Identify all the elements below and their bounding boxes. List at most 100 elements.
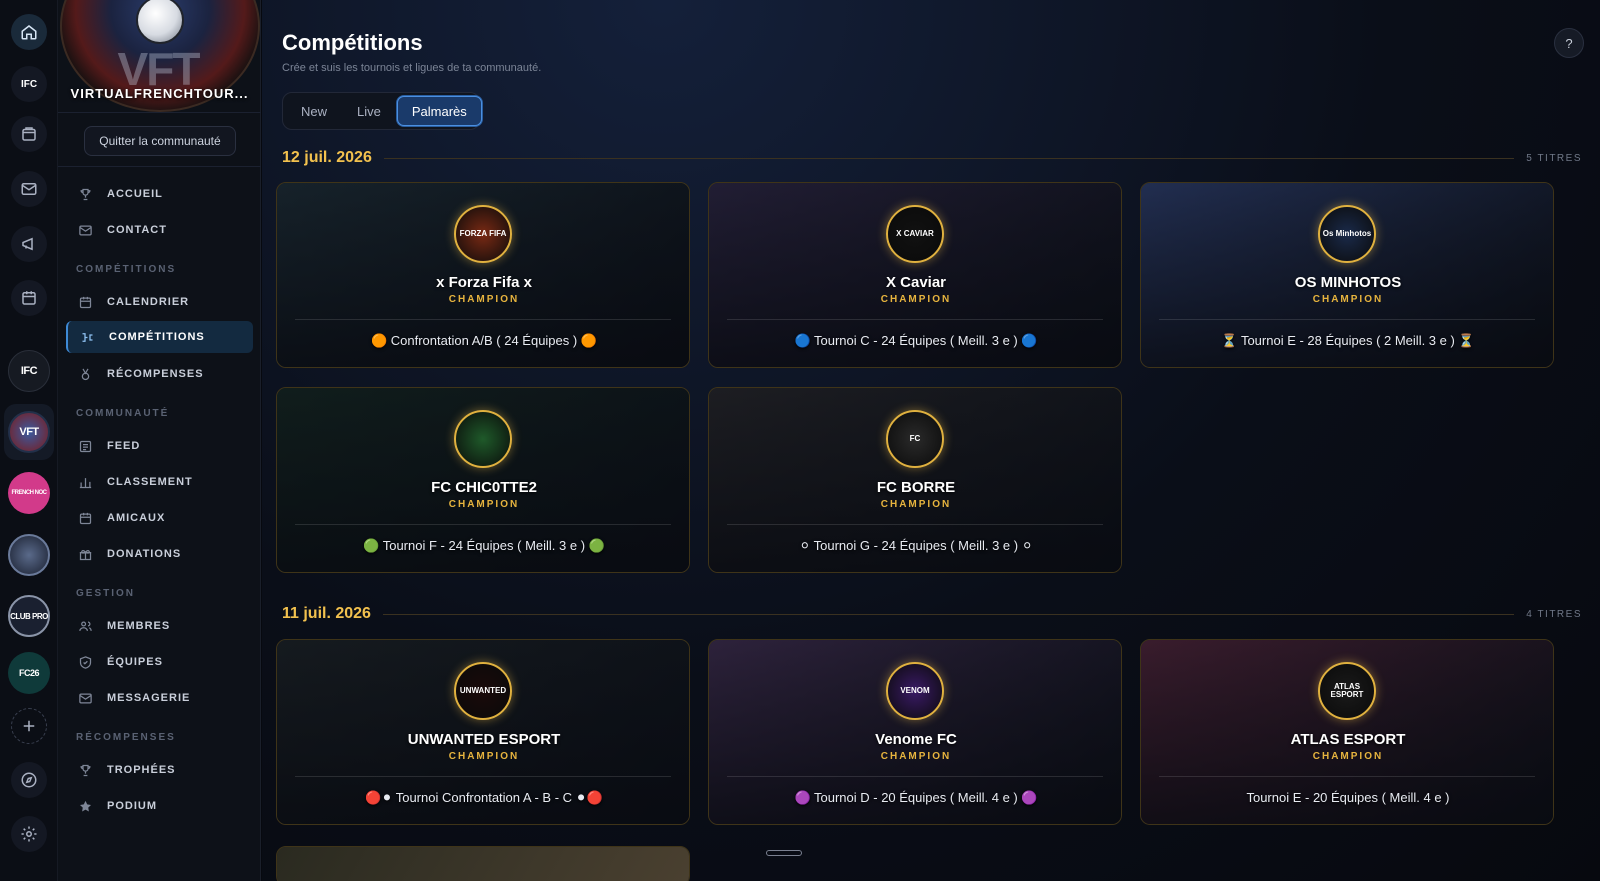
team-name: ATLAS ESPORT (1290, 731, 1406, 748)
champion-card[interactable]: VENOM Venome FC CHAMPION 🟣 Tournoi D - 20 É… (708, 639, 1122, 825)
champion-card-partial[interactable] (276, 846, 690, 881)
divider (295, 776, 671, 777)
tab-new[interactable]: New (287, 96, 341, 126)
team-name: FC CHIC0TTE2 (431, 479, 537, 496)
nav-item-classement[interactable]: CLASSEMENT (66, 466, 253, 498)
nav-item-messagerie[interactable]: MESSAGERIE (66, 682, 253, 714)
star-icon (80, 800, 91, 811)
nav-item-competitions[interactable]: COMPÉTITIONS (66, 321, 253, 353)
card-background (277, 847, 689, 881)
divider (727, 776, 1103, 777)
team-logo: ATLAS ESPORT (1318, 662, 1376, 720)
compass-icon[interactable] (11, 762, 47, 798)
nav-item-amicaux[interactable]: AMICAUX (66, 502, 253, 534)
nav-label: PODIUM (107, 800, 157, 812)
mail-icon[interactable] (11, 171, 47, 207)
champion-label: CHAMPION (880, 499, 952, 510)
champion-card[interactable]: Os Minhotos OS MINHOTOS CHAMPION ⏳ Tournoi … (1140, 182, 1554, 368)
calendar-icon[interactable] (11, 280, 47, 316)
champion-card[interactable]: UNWANTED UNWANTED ESPORT CHAMPION 🔴⚫ Tourno… (276, 639, 690, 825)
leave-community-button[interactable]: Quitter la communauté (84, 126, 236, 156)
medal-icon (81, 368, 90, 380)
team-name: FC BORRE (876, 479, 956, 496)
tournament-name: 🔵 Tournoi C - 24 Équipes ( Meill. 3 e ) … (794, 333, 1038, 348)
tournament-name: ⏳ Tournoi E - 28 Équipes ( 2 Meill. 3 e … (1221, 333, 1475, 348)
divider (58, 166, 261, 167)
tournament-name: ⚪ Tournoi G - 24 Équipes ( Meill. 3 e ) … (799, 538, 1033, 553)
nav-item-equipes[interactable]: ÉQUIPES (66, 646, 253, 678)
community-avatar-ifc[interactable]: IFC (8, 350, 50, 392)
gift-icon (79, 549, 92, 560)
community-avatar-fc26[interactable]: FC26 (8, 652, 50, 694)
divider (1159, 319, 1535, 320)
community-sidebar: VFT VIRTUALFRENCHTOUR... Quitter la comm… (58, 0, 261, 881)
date-group-header: 11 juil. 2026 4 TITRES (282, 604, 1582, 624)
nav-item-trophees[interactable]: TROPHÉES (66, 754, 253, 786)
nav-item-accueil[interactable]: ACCUEIL (66, 178, 253, 210)
nav-item-feed[interactable]: FEED (66, 430, 253, 462)
champion-card[interactable]: FORZA FIFA x Forza Fifa x CHAMPION 🟠 Confro… (276, 182, 690, 368)
community-avatar-french-noc[interactable]: FRENCH NOC (8, 472, 50, 514)
app-rail: IFC IFC VFT FRENCH NOC CLUB PRO FC26 (0, 0, 58, 881)
megaphone-icon[interactable] (11, 226, 47, 262)
tab-live[interactable]: Live (343, 96, 395, 126)
nav-label: MEMBRES (107, 620, 171, 632)
divider (382, 613, 1515, 615)
team-logo-text: FORZA FIFA (459, 229, 507, 238)
page-title: Compétitions (282, 30, 423, 55)
nav-label: DONATIONS (107, 548, 182, 560)
team-logo-text: X CAVIAR (896, 229, 934, 238)
nav-item-contact[interactable]: CONTACT (66, 214, 253, 246)
champion-label: CHAMPION (448, 499, 520, 510)
divider (295, 524, 671, 525)
nav-item-calendrier[interactable]: CALENDRIER (66, 286, 253, 318)
tournament-name: 🟢 Tournoi F - 24 Équipes ( Meill. 3 e ) … (363, 538, 605, 553)
home-icon[interactable] (11, 14, 47, 50)
team-logo: Os Minhotos (1318, 205, 1376, 263)
nav-item-donations[interactable]: DONATIONS (66, 538, 253, 570)
team-logo (454, 410, 512, 468)
champion-card[interactable]: FC FC BORRE CHAMPION ⚪ Tournoi G - 24 Équip… (708, 387, 1122, 573)
wallet-icon[interactable] (11, 116, 47, 152)
champion-card[interactable]: ATLAS ESPORT ATLAS ESPORT CHAMPION Tournoi … (1140, 639, 1554, 825)
nav-item-membres[interactable]: MEMBRES (66, 610, 253, 642)
team-logo-text: VENOM (900, 686, 930, 695)
nav-label: CALENDRIER (107, 296, 190, 308)
divider (727, 319, 1103, 320)
nav-section-title: COMPÉTITIONS (76, 264, 177, 275)
nav-label: ÉQUIPES (107, 656, 163, 668)
page-subtitle: Crée et suis les tournois et ligues de t… (282, 62, 542, 74)
mail-icon (79, 693, 92, 703)
tab-palmares[interactable]: Palmarès (396, 96, 482, 126)
users-icon (79, 621, 92, 631)
community-avatar-vft[interactable]: VFT (8, 411, 50, 453)
nav-label: CONTACT (107, 224, 167, 236)
nav-label: FEED (107, 440, 141, 452)
community-avatar-shield[interactable] (8, 534, 50, 576)
champion-card[interactable]: X CAVIAR X Caviar CHAMPION 🔵 Tournoi C - 24… (708, 182, 1122, 368)
help-button[interactable]: ? (1554, 28, 1584, 58)
trophy-icon (80, 764, 91, 776)
tournament-name: 🔴⚫ Tournoi Confrontation A - B - C ⚫🔴 (365, 790, 603, 805)
community-avatar-club-pro[interactable]: CLUB PRO (8, 595, 50, 637)
team-name: UNWANTED ESPORT (407, 731, 561, 748)
tournament-name: 🟠 Confrontation A/B ( 24 Équipes ) 🟠 (370, 333, 598, 348)
nav-label: RÉCOMPENSES (107, 368, 204, 380)
champion-label: CHAMPION (1312, 751, 1384, 762)
tournament-name: Tournoi E - 20 Équipes ( Meill. 4 e ) (1246, 790, 1450, 805)
add-community-icon[interactable] (11, 708, 47, 744)
nav-item-recompenses[interactable]: RÉCOMPENSES (66, 358, 253, 390)
feed-icon (79, 440, 92, 452)
nav-item-podium[interactable]: PODIUM (66, 790, 253, 822)
divider (383, 157, 1515, 159)
champion-card[interactable]: FC CHIC0TTE2 CHAMPION 🟢 Tournoi F - 24 Équ… (276, 387, 690, 573)
divider (58, 112, 261, 113)
nav-label: CLASSEMENT (107, 476, 193, 488)
team-logo-text: FC (909, 434, 921, 443)
team-name: OS MINHOTOS (1294, 274, 1402, 291)
titles-count: 4 TITRES (1526, 608, 1582, 620)
nav-section-title: GESTION (76, 588, 136, 599)
scroll-handle[interactable] (766, 850, 802, 856)
ifc-icon[interactable]: IFC (11, 66, 47, 102)
settings-icon[interactable] (11, 816, 47, 852)
